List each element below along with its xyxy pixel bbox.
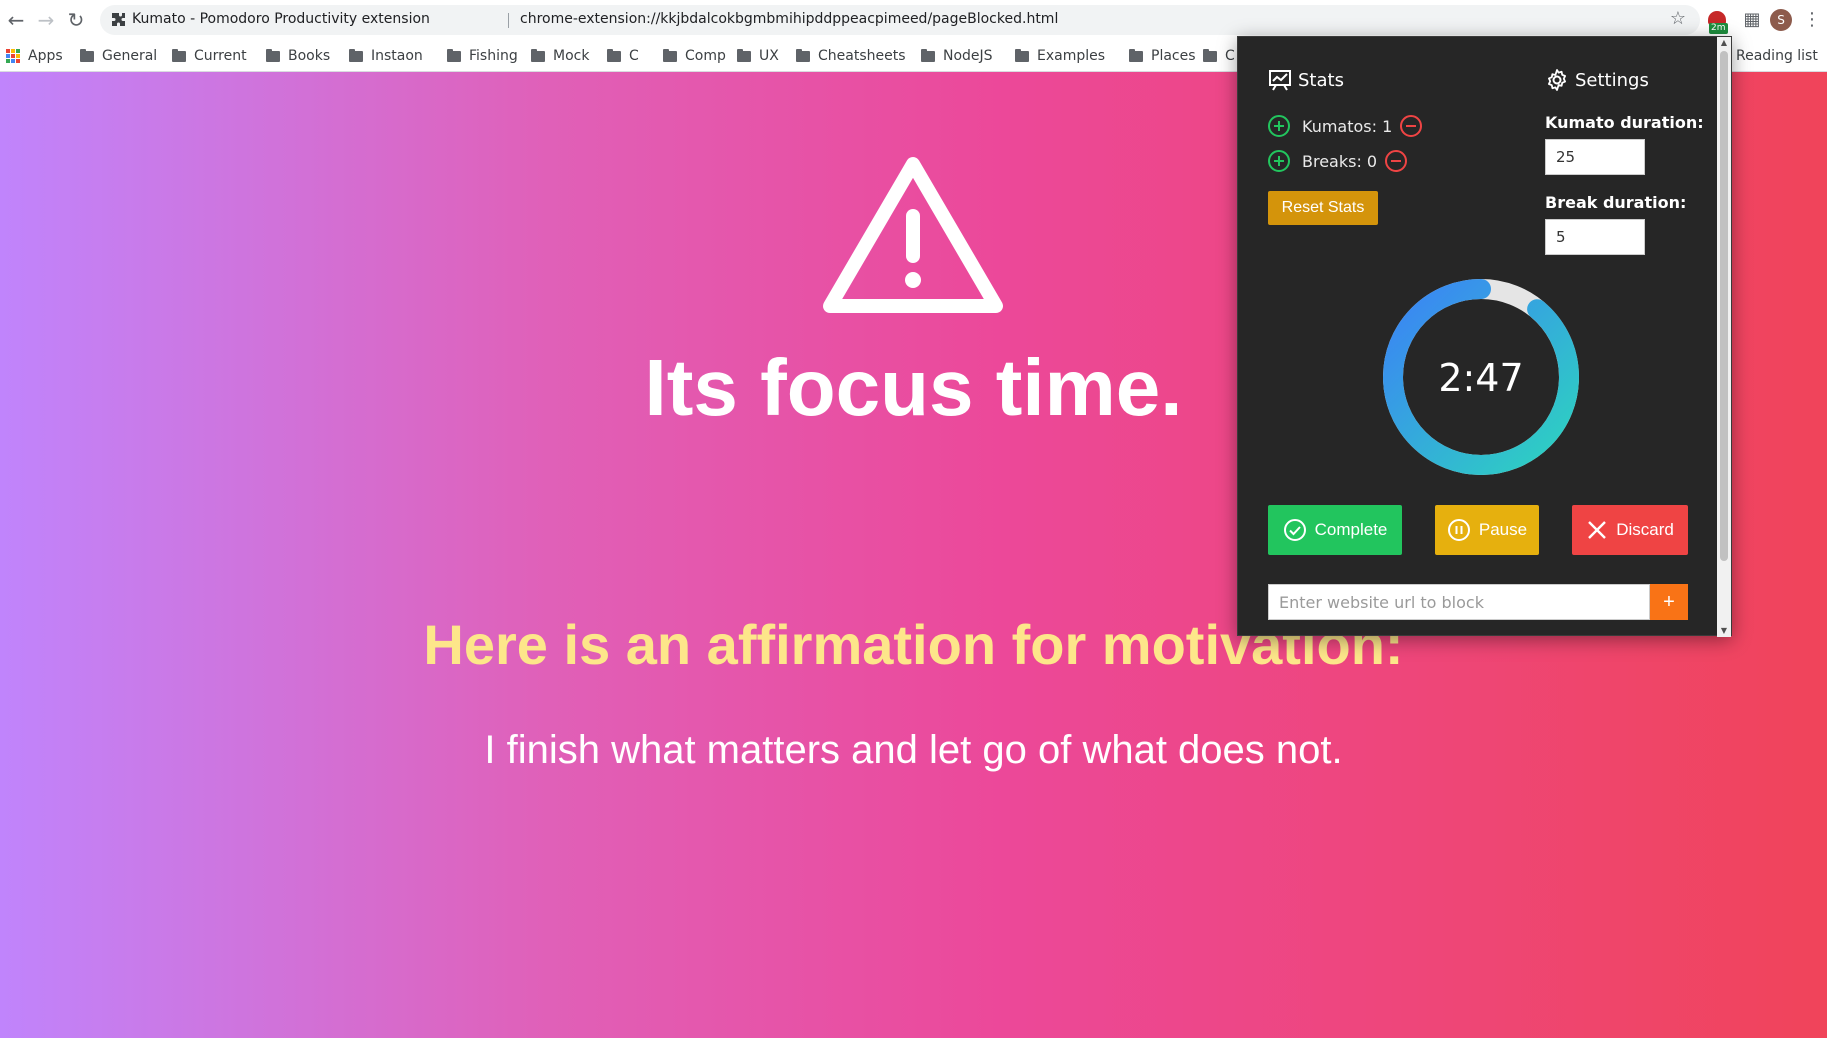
breaks-row: Breaks: 0	[1268, 148, 1408, 174]
folder-icon	[349, 48, 363, 62]
folder-icon	[663, 48, 677, 62]
folder-icon	[607, 48, 621, 62]
remove-kumato-icon[interactable]	[1400, 115, 1423, 137]
folder-icon	[266, 48, 280, 62]
bookmark-folder[interactable]: Comp	[663, 46, 726, 66]
folder-icon	[737, 48, 751, 62]
bookmark-folder[interactable]: Current	[172, 46, 247, 66]
bookmark-star-icon[interactable]: ☆	[1670, 8, 1686, 29]
complete-button[interactable]: Complete	[1268, 505, 1402, 555]
folder-icon	[80, 48, 94, 62]
extensions-puzzle-icon[interactable]: ▦	[1740, 8, 1764, 32]
apps-grid-icon	[6, 49, 20, 63]
omnibox-separator	[508, 13, 509, 28]
bookmark-folder[interactable]: Cheatsheets	[796, 46, 906, 66]
add-break-icon[interactable]	[1268, 150, 1290, 172]
kumato-duration-input[interactable]	[1545, 139, 1645, 175]
timer-ring: 2:47	[1383, 279, 1579, 475]
browser-toolbar: ← → ↻ Kumato - Pomodoro Productivity ext…	[0, 0, 1827, 40]
add-kumato-icon[interactable]	[1268, 115, 1290, 137]
stats-heading: Stats	[1268, 68, 1344, 92]
scroll-down-icon[interactable]: ▼	[1720, 627, 1728, 635]
bookmark-folder[interactable]: Books	[266, 46, 330, 66]
url-text: chrome-extension://kkjbdalcokbgmbmihipdd…	[520, 11, 1059, 27]
add-block-url-button[interactable]: +	[1650, 584, 1688, 620]
discard-button[interactable]: Discard	[1572, 505, 1688, 555]
scroll-up-icon[interactable]: ▲	[1720, 39, 1728, 47]
scroll-thumb[interactable]	[1720, 51, 1728, 561]
bookmark-folder[interactable]: General	[80, 46, 157, 66]
bookmark-folder[interactable]: Instaon	[349, 46, 423, 66]
popup-scrollbar[interactable]: ▲ ▼	[1717, 37, 1731, 637]
gear-icon	[1548, 69, 1566, 91]
kumatos-count: Kumatos: 1	[1302, 116, 1393, 136]
break-duration-label: Break duration:	[1545, 193, 1687, 212]
settings-heading: Settings	[1545, 68, 1649, 92]
pause-circle-icon	[1447, 519, 1470, 541]
bookmark-folder[interactable]: Places	[1129, 46, 1196, 66]
bookmark-folder[interactable]: UX	[737, 46, 779, 66]
folder-icon	[921, 48, 935, 62]
extension-puzzle-icon	[112, 13, 125, 26]
bookmark-folder[interactable]: NodeJS	[921, 46, 993, 66]
folder-icon	[1015, 48, 1029, 62]
block-url-input[interactable]	[1268, 584, 1650, 620]
breaks-count: Breaks: 0	[1302, 151, 1378, 171]
folder-icon	[447, 48, 461, 62]
bookmark-folder[interactable]: Examples	[1015, 46, 1105, 66]
folder-icon	[172, 48, 186, 62]
profile-avatar[interactable]: S	[1770, 9, 1792, 31]
bookmark-folder[interactable]: C	[1203, 46, 1235, 66]
affirmation-text: I finish what matters and let go of what…	[484, 728, 1343, 772]
menu-kebab-icon[interactable]: ⋮	[1800, 8, 1824, 32]
check-circle-icon	[1283, 519, 1306, 541]
back-arrow-icon[interactable]: ←	[4, 8, 28, 32]
kumato-extension-icon[interactable]: 2m	[1705, 8, 1729, 34]
bookmark-apps[interactable]: Apps	[6, 46, 63, 66]
folder-icon	[531, 48, 545, 62]
timer-display: 2:47	[1438, 356, 1523, 400]
pause-button[interactable]: Pause	[1435, 505, 1539, 555]
remove-break-icon[interactable]	[1385, 150, 1408, 172]
address-bar[interactable]: Kumato - Pomodoro Productivity extension…	[100, 5, 1700, 35]
site-title: Kumato - Pomodoro Productivity extension	[132, 11, 430, 27]
extension-badge: 2m	[1709, 23, 1728, 34]
break-duration-input[interactable]	[1545, 219, 1645, 255]
kumato-popup: Stats Settings Kumatos: 1 Breaks: 0 Rese…	[1237, 36, 1732, 637]
close-icon	[1588, 521, 1607, 539]
chart-icon	[1269, 70, 1291, 91]
folder-icon	[1203, 48, 1217, 62]
bookmark-folder[interactable]: Mock	[531, 46, 589, 66]
kumato-duration-label: Kumato duration:	[1545, 113, 1704, 132]
reset-stats-button[interactable]: Reset Stats	[1268, 191, 1378, 225]
bookmark-folder[interactable]: C	[607, 46, 639, 66]
folder-icon	[1129, 48, 1143, 62]
reload-icon[interactable]: ↻	[64, 8, 88, 32]
forward-arrow-icon[interactable]: →	[34, 8, 58, 32]
bookmark-folder[interactable]: Fishing	[447, 46, 518, 66]
reading-list[interactable]: Reading list	[1736, 46, 1818, 66]
folder-icon	[796, 48, 810, 62]
warning-triangle-icon	[823, 157, 1003, 313]
kumatos-row: Kumatos: 1	[1268, 113, 1423, 139]
